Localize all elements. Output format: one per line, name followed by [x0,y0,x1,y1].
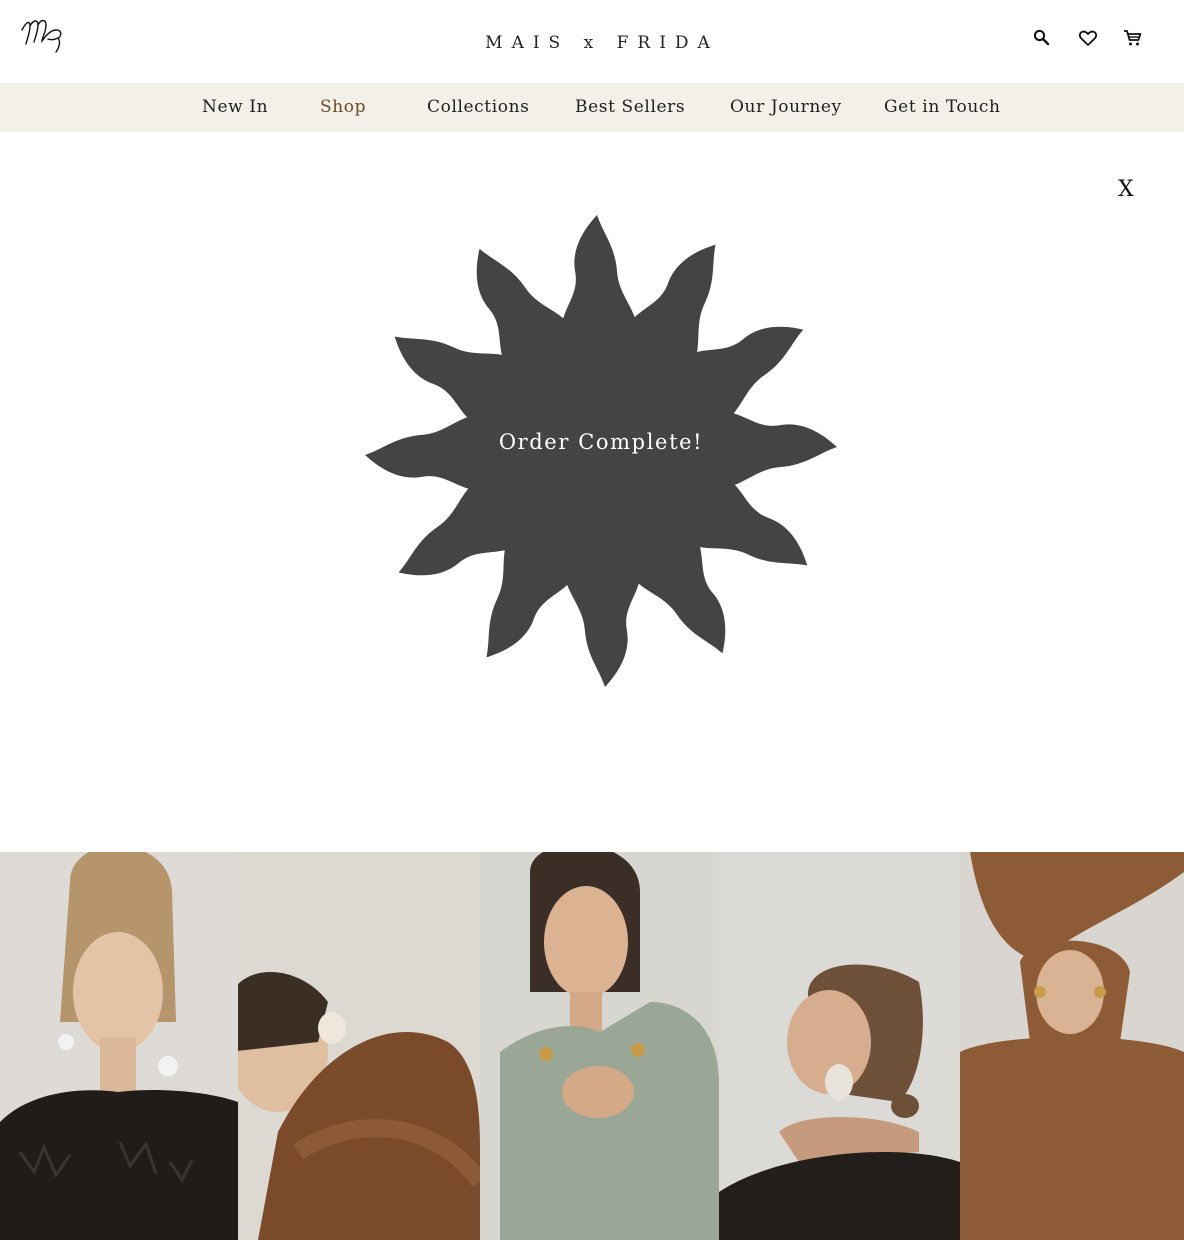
close-button[interactable]: X [1118,177,1134,202]
main-nav: New In Shop Collections Best Sellers Our… [0,83,1184,132]
nav-item-best-sellers[interactable]: Best Sellers [575,97,685,117]
model-photo-gallery [0,852,1184,1240]
search-icon[interactable] [1030,26,1054,50]
model-lace-top-photo[interactable] [0,852,238,1240]
model-profile-lace-photo[interactable] [719,852,960,1240]
order-complete-message: Order Complete! [498,430,704,454]
cart-icon[interactable] [1121,26,1145,50]
model-sage-asymmetric-dress-photo[interactable] [480,852,719,1240]
site-header: MAIS x FRIDA [0,0,1184,83]
nav-item-new-in[interactable]: New In [202,97,268,117]
nav-item-our-journey[interactable]: Our Journey [730,97,842,117]
brand-title[interactable]: MAIS x FRIDA [0,33,1184,53]
heart-icon[interactable] [1076,26,1100,50]
model-knit-dress-crouching-photo[interactable] [238,852,480,1240]
nav-item-collections[interactable]: Collections [427,97,529,117]
model-knit-arms-raised-photo[interactable] [960,852,1184,1240]
nav-item-get-in-touch[interactable]: Get in Touch [884,97,1001,117]
nav-item-shop[interactable]: Shop [320,97,366,117]
